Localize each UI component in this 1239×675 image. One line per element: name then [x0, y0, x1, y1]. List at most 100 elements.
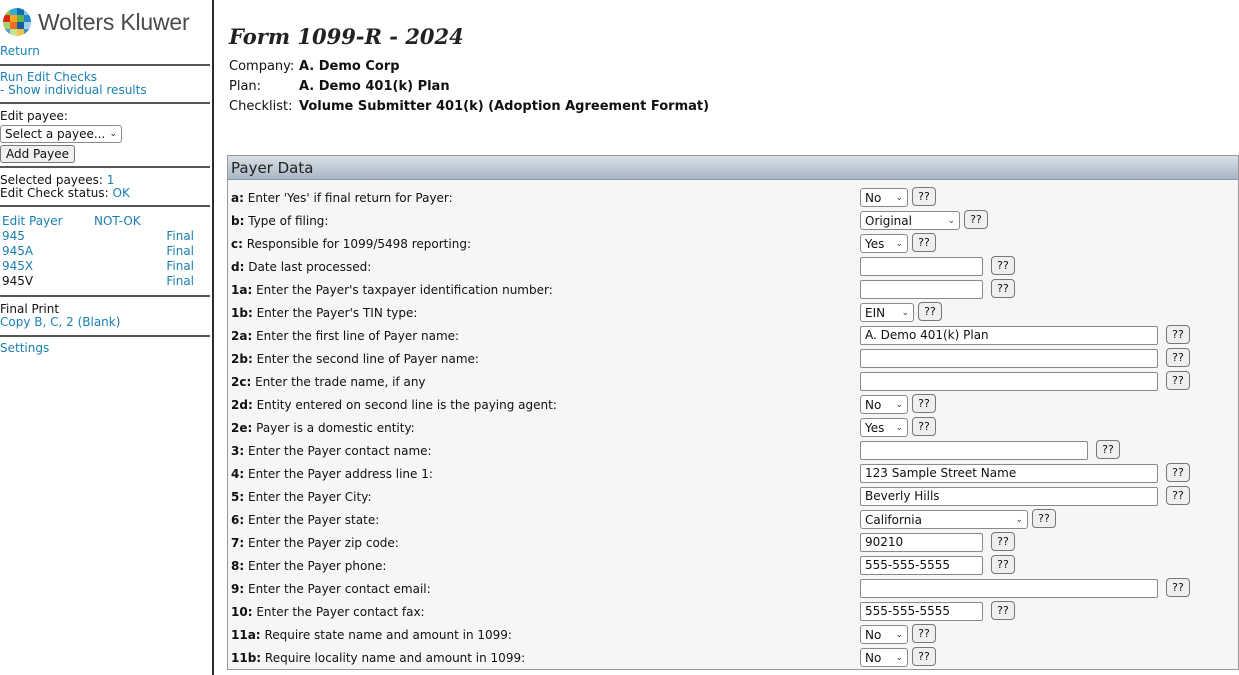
- add-payee-button[interactable]: Add Payee: [0, 145, 75, 163]
- field-input[interactable]: A. Demo 401(k) Plan: [860, 326, 1158, 345]
- help-button[interactable]: ??: [991, 555, 1015, 574]
- field-question: 1b: Enter the Payer's TIN type:: [231, 306, 417, 320]
- payee-select[interactable]: Select a payee... ⌄: [0, 125, 122, 143]
- field-label: Enter the Payer contact fax:: [256, 605, 425, 619]
- field-select[interactable]: No ⌄: [860, 625, 908, 644]
- field-code: 1a:: [231, 283, 253, 297]
- help-button[interactable]: ??: [912, 647, 936, 666]
- field-label: Require locality name and amount in 1099…: [264, 651, 526, 665]
- payer-data-row: 2c: Enter the trade name, if any??: [228, 370, 1238, 393]
- help-button[interactable]: ??: [918, 302, 942, 321]
- field-question: 11b: Require locality name and amount in…: [231, 651, 525, 665]
- field-label: Enter 'Yes' if final return for Payer:: [247, 191, 453, 205]
- field-select[interactable]: EIN ⌄: [860, 303, 914, 322]
- form-status[interactable]: Final: [94, 259, 194, 274]
- field-input[interactable]: 555-555-5555: [860, 602, 983, 621]
- checklist-line: Checklist: Volume Submitter 401(k) (Adopt…: [229, 99, 709, 114]
- payer-data-row: 7: Enter the Payer zip code: 90210??: [228, 531, 1238, 554]
- field-select[interactable]: Yes ⌄: [860, 418, 908, 437]
- field-select-value: No: [865, 190, 882, 205]
- help-button[interactable]: ??: [1166, 578, 1190, 597]
- field-label: Payer is a domestic entity:: [256, 421, 415, 435]
- form-status[interactable]: Final: [94, 244, 194, 259]
- help-button[interactable]: ??: [1166, 463, 1190, 482]
- form-name[interactable]: 945A: [2, 244, 94, 259]
- field-question: d: Date last processed:: [231, 260, 371, 274]
- field-input[interactable]: 123 Sample Street Name: [860, 464, 1158, 483]
- field-input[interactable]: [860, 579, 1158, 598]
- help-button[interactable]: ??: [991, 601, 1015, 620]
- form-name[interactable]: 945: [2, 229, 94, 244]
- divider: [0, 166, 210, 168]
- help-button[interactable]: ??: [1032, 509, 1056, 528]
- field-question: 6: Enter the Payer state:: [231, 513, 379, 527]
- help-button[interactable]: ??: [912, 187, 936, 206]
- field-code: 2d:: [231, 398, 253, 412]
- help-button[interactable]: ??: [1096, 440, 1120, 459]
- field-select-value: Yes: [865, 236, 885, 251]
- field-input[interactable]: 90210: [860, 533, 983, 552]
- payer-data-row: 2d: Entity entered on second line is the…: [228, 393, 1238, 416]
- field-code: 4:: [231, 467, 245, 481]
- help-button[interactable]: ??: [1166, 371, 1190, 390]
- field-label: Enter the Payer City:: [247, 490, 372, 504]
- payer-data-row: c: Responsible for 1099/5498 reporting: Y…: [228, 232, 1238, 255]
- form-list-item: 945 Final: [2, 229, 212, 244]
- form-name[interactable]: 945X: [2, 259, 94, 274]
- help-button[interactable]: ??: [912, 417, 936, 436]
- divider: [0, 64, 210, 66]
- not-ok-link[interactable]: NOT-OK: [94, 214, 194, 229]
- edit-payer-link[interactable]: Edit Payer: [2, 214, 94, 229]
- field-select[interactable]: No ⌄: [860, 648, 908, 667]
- field-label: Enter the Payer state:: [247, 513, 380, 527]
- chevron-down-icon: ⌄: [895, 629, 903, 640]
- field-input[interactable]: [860, 372, 1158, 391]
- field-input[interactable]: [860, 349, 1158, 368]
- edit-check-status-value[interactable]: OK: [113, 186, 130, 200]
- payer-data-row: 11a: Require state name and amount in 10…: [228, 623, 1238, 646]
- form-status[interactable]: Final: [94, 274, 194, 289]
- field-select[interactable]: Yes ⌄: [860, 234, 908, 253]
- field-question: b: Type of filing:: [231, 214, 328, 228]
- field-input[interactable]: 555-555-5555: [860, 556, 983, 575]
- help-button[interactable]: ??: [912, 394, 936, 413]
- help-button[interactable]: ??: [991, 532, 1015, 551]
- form-status[interactable]: Final: [94, 229, 194, 244]
- chevron-down-icon: ⌄: [901, 307, 909, 318]
- return-link[interactable]: Return: [0, 45, 210, 58]
- field-input[interactable]: Beverly Hills: [860, 487, 1158, 506]
- copy-b-c-2-link[interactable]: Copy B, C, 2 (Blank): [0, 316, 210, 329]
- field-input[interactable]: [860, 257, 983, 276]
- show-individual-results-link[interactable]: - Show individual results: [0, 84, 210, 97]
- help-button[interactable]: ??: [1166, 325, 1190, 344]
- chevron-down-icon: ⌄: [895, 238, 903, 249]
- field-question: 8: Enter the Payer phone:: [231, 559, 386, 573]
- chevron-down-icon: ⌄: [109, 129, 117, 139]
- field-question: 2e: Payer is a domestic entity:: [231, 421, 415, 435]
- help-button[interactable]: ??: [912, 233, 936, 252]
- field-select[interactable]: Original ⌄: [860, 211, 960, 230]
- field-code: 2e:: [231, 421, 253, 435]
- company-line: Company: A. Demo Corp: [229, 59, 400, 74]
- field-label: Enter the Payer address line 1:: [247, 467, 433, 481]
- field-select[interactable]: No ⌄: [860, 395, 908, 414]
- help-button[interactable]: ??: [1166, 348, 1190, 367]
- divider: [0, 205, 210, 207]
- field-label: Entity entered on second line is the pay…: [256, 398, 557, 412]
- help-button[interactable]: ??: [912, 624, 936, 643]
- payee-select-value: Select a payee...: [5, 127, 106, 141]
- field-select[interactable]: California ⌄: [860, 510, 1028, 529]
- settings-link[interactable]: Settings: [0, 342, 210, 355]
- field-input[interactable]: [860, 280, 983, 299]
- help-button[interactable]: ??: [991, 256, 1015, 275]
- payer-data-row: 4: Enter the Payer address line 1: 123 Sa…: [228, 462, 1238, 485]
- help-button[interactable]: ??: [991, 279, 1015, 298]
- help-button[interactable]: ??: [964, 210, 988, 229]
- page-title: Form 1099-R - 2024: [229, 24, 464, 49]
- field-label: Enter the second line of Payer name:: [256, 352, 479, 366]
- selected-payees-count[interactable]: 1: [107, 173, 115, 187]
- sidebar-divider: [212, 0, 214, 675]
- field-input[interactable]: [860, 441, 1088, 460]
- field-select[interactable]: No ⌄: [860, 188, 908, 207]
- help-button[interactable]: ??: [1166, 486, 1190, 505]
